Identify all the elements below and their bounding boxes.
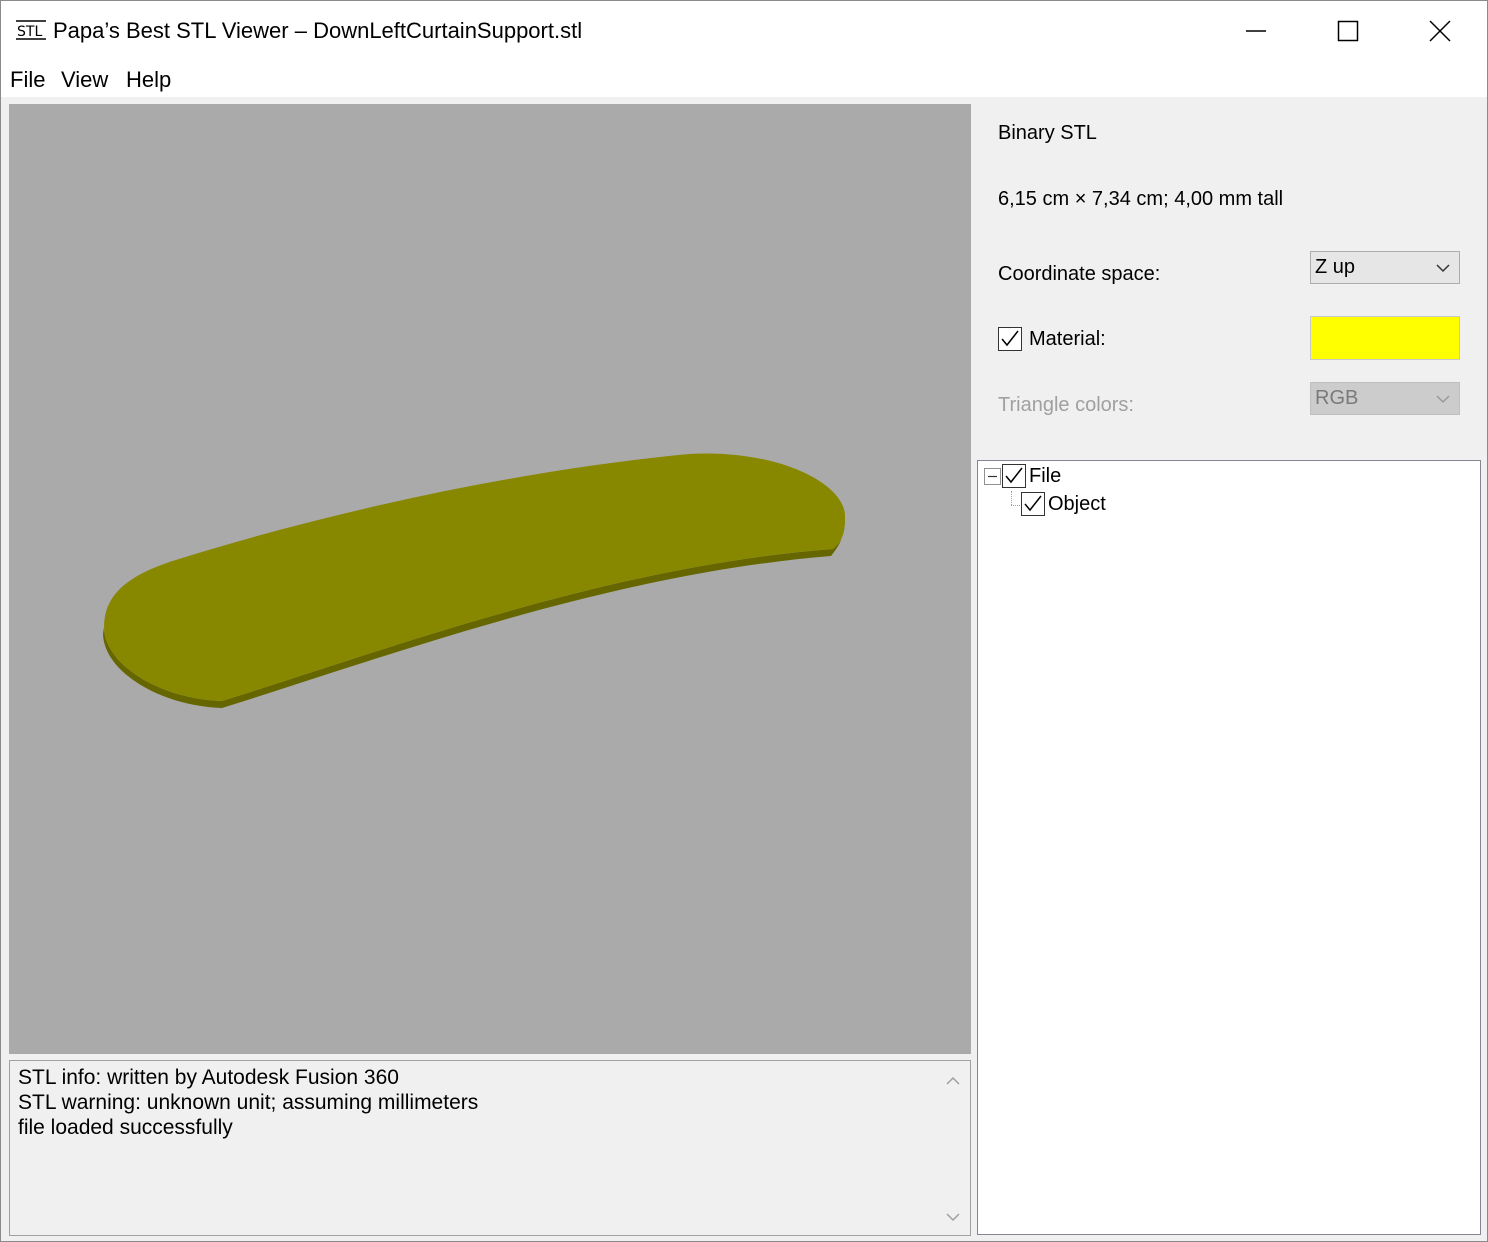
menu-help[interactable]: Help — [126, 67, 171, 93]
coordinate-space-dropdown[interactable]: Z up — [1310, 251, 1460, 284]
chevron-down-icon — [1436, 395, 1450, 404]
triangle-colors-dropdown: RGB — [1310, 382, 1460, 415]
app-window: STL Papa’s Best STL Viewer – DownLeftCur… — [0, 0, 1488, 1242]
log-line: STL warning: unknown unit; assuming mill… — [18, 1091, 479, 1114]
minimize-button[interactable] — [1210, 1, 1302, 61]
scroll-up-icon[interactable] — [945, 1073, 961, 1089]
material-color-swatch[interactable] — [1310, 316, 1460, 360]
scroll-down-icon[interactable] — [945, 1209, 961, 1225]
window-title: Papa’s Best STL Viewer – DownLeftCurtain… — [53, 18, 583, 43]
model-top-surface — [104, 453, 845, 701]
model-render — [103, 453, 845, 708]
collapse-icon[interactable] — [984, 468, 1001, 485]
menu-bar: File View Help — [1, 61, 1487, 97]
coordinate-space-label: Coordinate space: — [998, 263, 1161, 285]
minimize-icon — [1246, 30, 1266, 32]
3d-viewport[interactable] — [9, 104, 971, 1054]
menu-view[interactable]: View — [61, 67, 108, 93]
checkmark-icon — [1001, 330, 1019, 347]
tree-connector — [1011, 491, 1012, 505]
log-scrollbar[interactable] — [936, 1061, 970, 1235]
maximize-icon — [1337, 20, 1359, 42]
log-panel[interactable]: STL info: written by Autodesk Fusion 360… — [9, 1060, 971, 1236]
material-label: Material: — [1029, 328, 1106, 350]
checkmark-icon — [1005, 467, 1023, 484]
triangle-colors-label: Triangle colors: — [998, 394, 1134, 416]
format-label: Binary STL — [998, 122, 1097, 144]
tree-item-object[interactable]: Object — [1048, 493, 1106, 516]
tree-connector — [1011, 505, 1020, 506]
chevron-down-icon — [1436, 264, 1450, 273]
log-line: file loaded successfully — [18, 1116, 233, 1139]
coordinate-space-value: Z up — [1315, 256, 1356, 278]
tree-object-checkbox[interactable] — [1021, 492, 1045, 516]
maximize-button[interactable] — [1302, 1, 1394, 61]
svg-text:STL: STL — [17, 24, 42, 40]
triangle-colors-value: RGB — [1315, 387, 1359, 409]
close-button[interactable] — [1394, 1, 1486, 61]
log-line: STL info: written by Autodesk Fusion 360 — [18, 1066, 399, 1089]
tree-file-checkbox[interactable] — [1002, 464, 1026, 488]
title-bar[interactable]: STL Papa’s Best STL Viewer – DownLeftCur… — [1, 1, 1487, 61]
menu-file[interactable]: File — [10, 67, 45, 93]
close-icon — [1429, 20, 1451, 42]
dimensions-label: 6,15 cm × 7,34 cm; 4,00 mm tall — [998, 188, 1284, 210]
material-checkbox[interactable] — [998, 327, 1022, 351]
object-tree[interactable]: File Object — [977, 460, 1481, 1235]
tree-item-file[interactable]: File — [1029, 465, 1061, 488]
log-text: STL info: written by Autodesk Fusion 360… — [18, 1065, 478, 1140]
checkmark-icon — [1024, 495, 1042, 512]
stl-app-icon: STL — [16, 20, 46, 40]
